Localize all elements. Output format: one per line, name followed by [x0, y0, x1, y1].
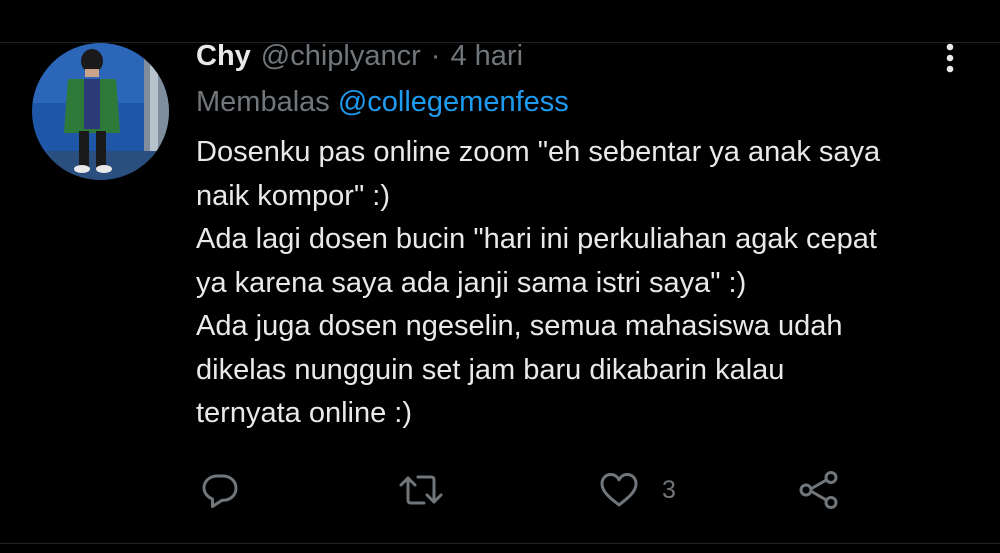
tweet-text: Dosenku pas online zoom "eh sebentar ya … — [196, 131, 966, 436]
tweet-text-line: naik kompor" :) — [196, 179, 391, 212]
bottom-divider — [0, 543, 1000, 544]
reply-icon — [202, 474, 238, 508]
like-count: 3 — [662, 475, 676, 504]
heart-icon — [600, 473, 638, 507]
tweet-actions: 3 — [0, 468, 1000, 512]
share-icon — [799, 471, 838, 509]
reply-prefix: Membalas — [196, 86, 330, 118]
tweet-header: Chy @chiplyancr · 4 hari — [196, 36, 976, 80]
tweet-text-line: ternyata online :) — [196, 397, 413, 429]
retweet-icon — [399, 475, 443, 505]
reply-context: Membalas @collegemenfess — [196, 82, 976, 122]
more-options-button[interactable] — [930, 40, 970, 76]
share-button[interactable] — [798, 468, 840, 512]
avatar-photo — [32, 43, 169, 180]
tweet-text-line: dikelas nungguin set jam baru dikabarin … — [196, 353, 785, 386]
like-button[interactable]: 3 — [598, 468, 676, 512]
retweet-button[interactable] — [398, 468, 444, 512]
author-handle[interactable]: @chiplyancr — [261, 36, 421, 76]
tweet-body: Chy @chiplyancr · 4 hari Membalas @colle… — [196, 36, 976, 436]
reply-mention-link[interactable]: @collegemenfess — [338, 86, 569, 118]
timestamp[interactable]: 4 hari — [450, 36, 523, 76]
tweet-text-line: ya karena saya ada janji sama istri saya… — [196, 266, 747, 299]
more-vertical-icon — [946, 43, 954, 73]
tweet-text-line: Ada juga dosen ngeselin, semua mahasiswa… — [196, 310, 843, 342]
tweet-text-line: Ada lagi dosen bucin "hari ini perkuliah… — [196, 223, 877, 255]
author-name[interactable]: Chy — [196, 36, 251, 76]
separator-dot: · — [430, 40, 441, 72]
avatar[interactable] — [32, 43, 169, 180]
tweet-text-line: Dosenku pas online zoom "eh sebentar ya … — [196, 136, 881, 168]
reply-button[interactable] — [200, 468, 240, 512]
